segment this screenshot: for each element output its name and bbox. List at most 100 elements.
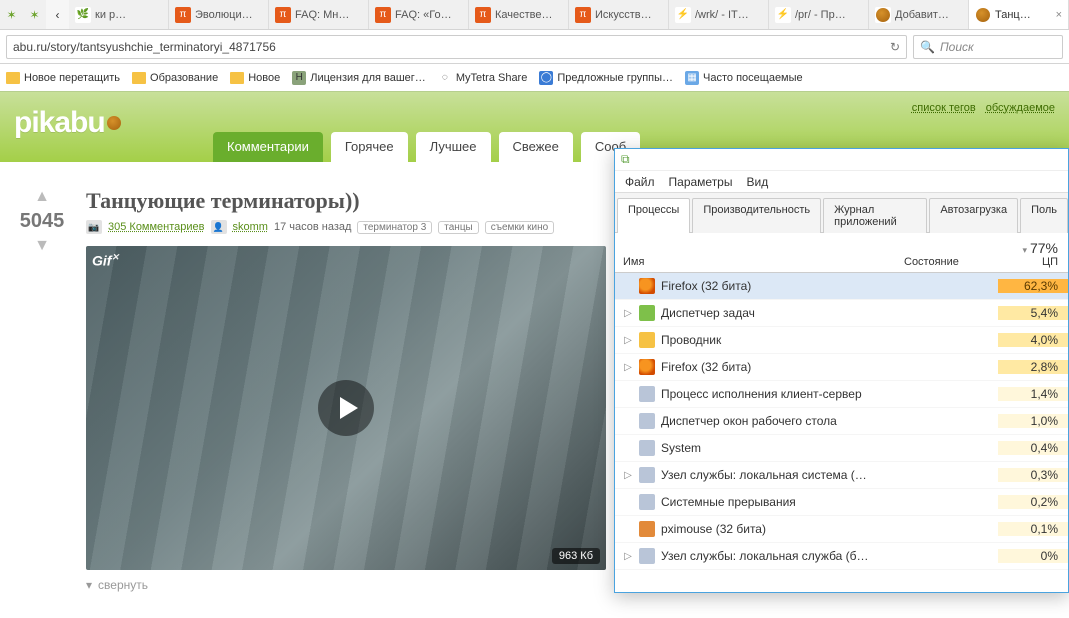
expand-icon[interactable]: ▷ — [623, 470, 633, 481]
process-row[interactable]: pximouse (32 бита)0,1% — [615, 516, 1068, 543]
tab-label: Искусств… — [595, 9, 652, 21]
task-manager-window[interactable]: ⧉ Файл Параметры Вид ПроцессыПроизводитель… — [614, 148, 1069, 593]
menu-item[interactable]: Параметры — [669, 175, 733, 189]
browser-tab[interactable]: πКачестве… — [469, 0, 569, 29]
col-cpu[interactable]: 77% ЦП — [998, 240, 1068, 272]
process-row[interactable]: ▷Проводник4,0% — [615, 327, 1068, 354]
expand-icon[interactable]: ▷ — [623, 551, 633, 562]
favicon — [875, 7, 891, 23]
expand-icon[interactable]: ▷ — [623, 308, 633, 319]
process-row[interactable]: ▷Узел службы: локальная система (…0,3% — [615, 462, 1068, 489]
browser-tab[interactable]: π Искусств… — [569, 0, 669, 29]
browser-tab[interactable]: ⚡/pr/ - Пр… — [769, 0, 869, 29]
process-name: Узел службы: локальная система (… — [661, 468, 867, 482]
favicon: π — [175, 7, 191, 23]
author-link[interactable]: skomm — [233, 221, 268, 233]
gif-badge: Gif✕ — [92, 252, 119, 269]
process-icon — [639, 278, 655, 294]
nav-tab[interactable]: Свежее — [499, 132, 573, 162]
expand-icon[interactable]: ▷ — [623, 335, 633, 346]
tabs-back-button[interactable]: ‹ — [46, 0, 69, 29]
site-icon: ◯ — [539, 71, 553, 85]
process-row[interactable]: System0,4% — [615, 435, 1068, 462]
nav-tab[interactable]: Лучшее — [416, 132, 491, 162]
post-tag[interactable]: съемки кино — [485, 221, 554, 234]
menu-item[interactable]: Файл — [625, 175, 655, 189]
header-link[interactable]: обсуждаемое — [986, 102, 1055, 114]
menu-item[interactable]: Вид — [746, 175, 768, 189]
url-input[interactable]: abu.ru/story/tantsyushchie_terminatoryi_… — [6, 35, 907, 59]
process-icon — [639, 467, 655, 483]
taskmgr-tab[interactable]: Процессы — [617, 198, 690, 233]
process-name: Проводник — [661, 333, 721, 347]
process-icon — [639, 332, 655, 348]
folder-icon — [6, 72, 20, 84]
bookmark-item[interactable]: Образование — [132, 72, 218, 84]
close-icon[interactable]: × — [1056, 9, 1062, 21]
bookmark-item[interactable]: ◌MyTetra Share — [438, 71, 528, 85]
process-name: Системные прерывания — [661, 495, 796, 509]
search-input[interactable]: 🔍 Поиск — [913, 35, 1063, 59]
cpu-label: ЦП — [1042, 256, 1058, 268]
favicon: π — [475, 7, 491, 23]
browser-tab[interactable]: πFAQ: «Го… — [369, 0, 469, 29]
browser-tab[interactable]: πFAQ: Мн… — [269, 0, 369, 29]
reload-icon[interactable]: ↻ — [890, 40, 900, 54]
cpu-total: 77% — [1022, 240, 1058, 256]
window-titlebar[interactable]: ⧉ — [615, 149, 1068, 171]
process-icon — [639, 521, 655, 537]
process-row[interactable]: Диспетчер окон рабочего стола1,0% — [615, 408, 1068, 435]
upvote-button[interactable]: ▲ — [34, 188, 50, 206]
camera-icon: 📷 — [86, 220, 102, 234]
site-logo[interactable]: pikabu — [14, 106, 121, 140]
process-row[interactable]: Системные прерывания0,2% — [615, 489, 1068, 516]
comments-link[interactable]: 305 Комментариев — [108, 221, 205, 233]
bookmark-item[interactable]: HЛицензия для вашег… — [292, 71, 426, 85]
process-icon — [639, 386, 655, 402]
browser-tab[interactable]: πЭволюци… — [169, 0, 269, 29]
process-row[interactable]: Firefox (32 бита)62,3% — [615, 273, 1068, 300]
taskmgr-tab[interactable]: Поль — [1020, 198, 1068, 233]
chevron-down-icon: ▾ — [86, 578, 92, 592]
process-name: Диспетчер окон рабочего стола — [661, 414, 837, 428]
pinned-tab[interactable]: ✶ — [0, 0, 23, 29]
taskmgr-tab[interactable]: Журнал приложений — [823, 198, 927, 233]
menu-bar[interactable]: Файл Параметры Вид — [615, 171, 1068, 193]
process-name: Узел службы: локальная служба (б… — [661, 549, 869, 563]
browser-tab[interactable]: ⚡/wrk/ - IT… — [669, 0, 769, 29]
favicon: π — [575, 7, 591, 23]
app-icon: ⧉ — [621, 152, 630, 167]
process-list[interactable]: Firefox (32 бита)62,3%▷Диспетчер задач5,… — [615, 273, 1068, 592]
nav-tab[interactable]: Горячее — [331, 132, 408, 162]
process-row[interactable]: ▷Firefox (32 бита)2,8% — [615, 354, 1068, 381]
browser-tab[interactable]: 🌿ки р… — [69, 0, 169, 29]
header-link[interactable]: список тегов — [912, 102, 976, 114]
process-row[interactable]: Процесс исполнения клиент-сервер1,4% — [615, 381, 1068, 408]
expand-icon[interactable]: ▷ — [623, 362, 633, 373]
process-row[interactable]: ▷Диспетчер задач5,4% — [615, 300, 1068, 327]
col-name[interactable]: Имя — [615, 256, 898, 272]
bookmark-item[interactable]: ▦Часто посещаемые — [685, 71, 803, 85]
gif-preview[interactable]: Gif✕ 963 Кб — [86, 246, 606, 570]
browser-tab[interactable]: Танц…× — [969, 0, 1069, 29]
downvote-button[interactable]: ▼ — [34, 237, 50, 255]
bookmark-item[interactable]: Новое — [230, 72, 280, 84]
bookmark-item[interactable]: ◯Предложные группы… — [539, 71, 673, 85]
taskmgr-tab[interactable]: Автозагрузка — [929, 198, 1018, 233]
bookmark-label: Новое — [248, 72, 280, 84]
column-headers[interactable]: Имя Состояние 77% ЦП — [615, 233, 1068, 273]
process-row[interactable]: ▷Узел службы: локальная служба (б…0% — [615, 543, 1068, 570]
collapse-toggle[interactable]: ▾ свернуть — [86, 578, 646, 592]
browser-tab[interactable]: Добавит… — [869, 0, 969, 29]
taskmgr-tab[interactable]: Производительность — [692, 198, 821, 233]
post-tag[interactable]: танцы — [438, 221, 478, 234]
cookie-icon — [107, 116, 121, 130]
nav-tab[interactable]: Комментарии — [213, 132, 323, 162]
col-state[interactable]: Состояние — [898, 256, 998, 272]
post-tag[interactable]: терминатор 3 — [357, 221, 432, 234]
play-icon[interactable] — [318, 380, 374, 436]
bookmark-item[interactable]: Новое перетащить — [6, 72, 120, 84]
pinned-tab[interactable]: ✶ — [23, 0, 46, 29]
favicon: π — [375, 7, 391, 23]
site-icon: ◌ — [438, 71, 452, 85]
